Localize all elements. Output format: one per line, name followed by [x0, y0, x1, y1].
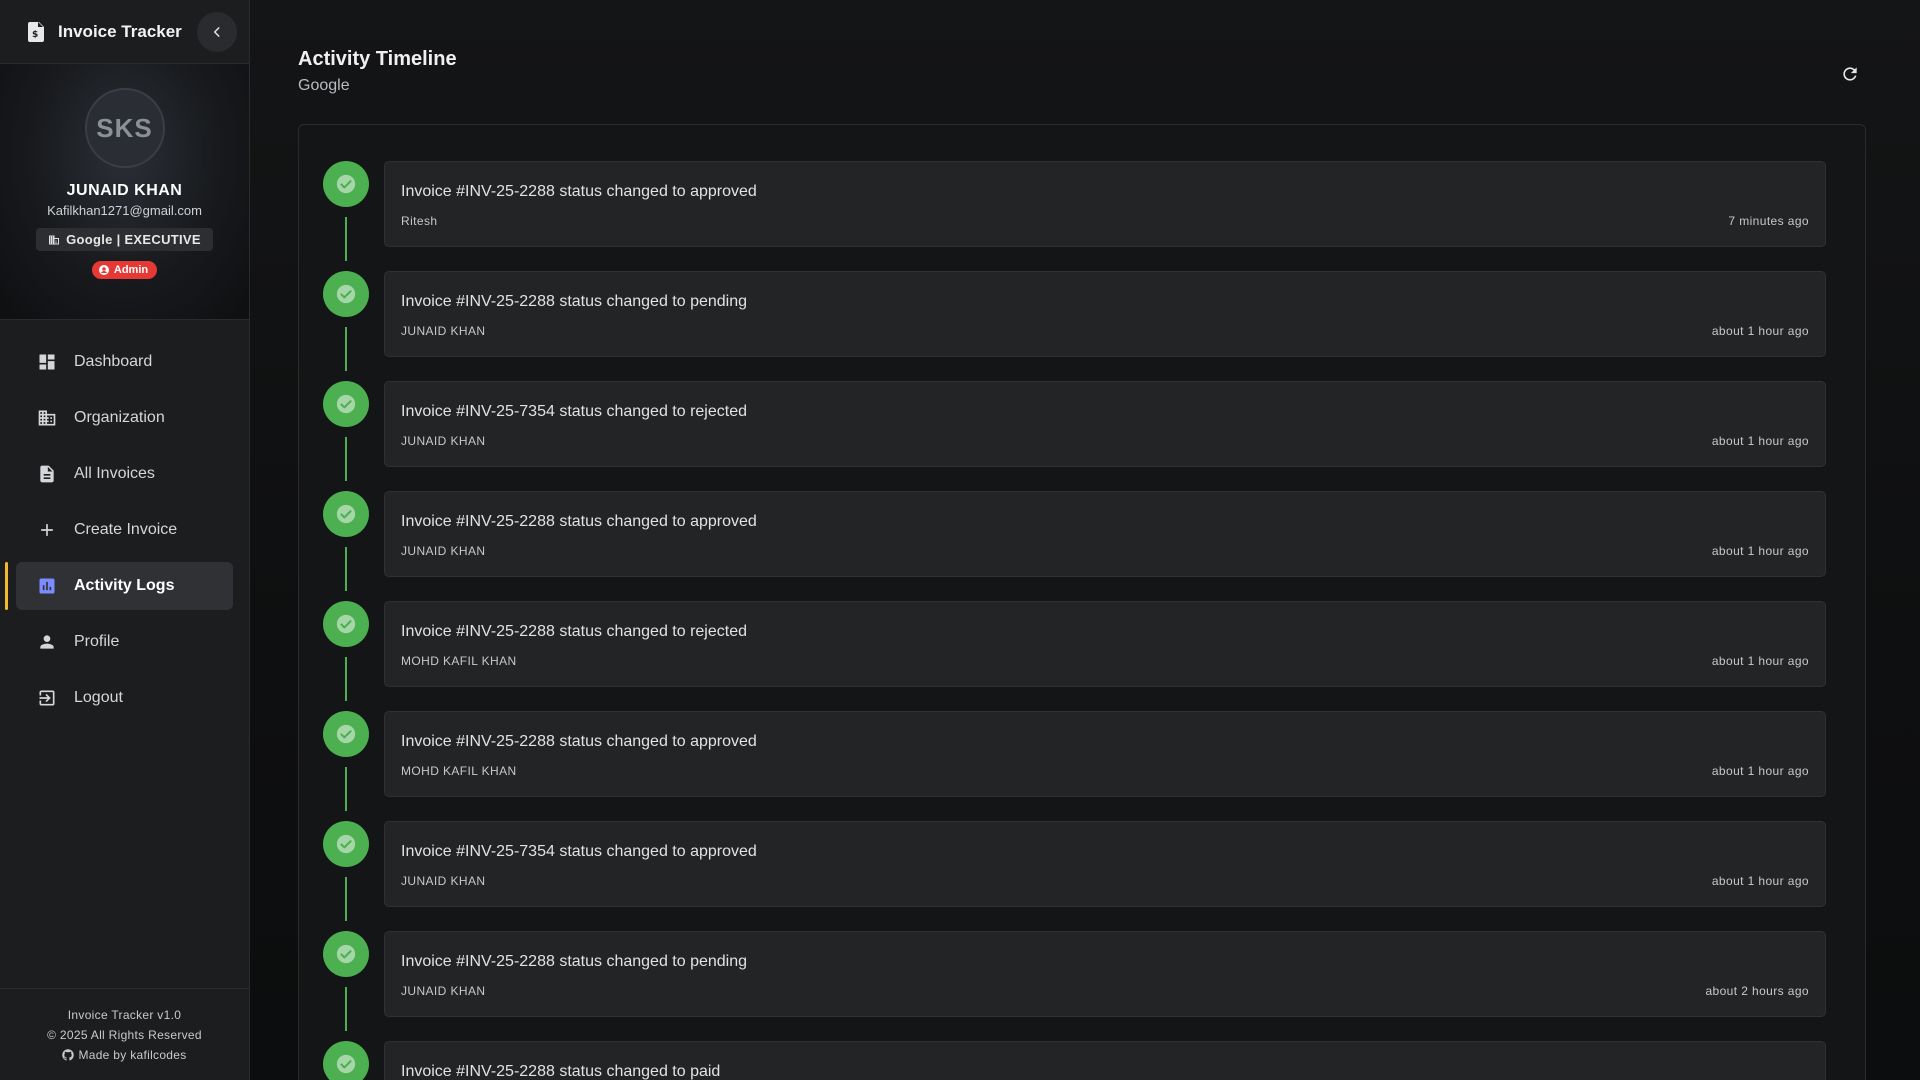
made-by-label: Made by kafilcodes — [78, 1047, 187, 1062]
refresh-button[interactable] — [1836, 60, 1864, 88]
activity-message: Invoice #INV-25-2288 status changed to p… — [401, 1063, 721, 1080]
sidebar-item-activity-logs[interactable]: Activity Logs — [5, 562, 233, 610]
copyright: © 2025 All Rights Reserved — [47, 1027, 202, 1042]
organization-icon — [36, 407, 58, 429]
timeline-item: Invoice #INV-25-2288 status changed to a… — [299, 675, 1865, 811]
timeline-item: Invoice #INV-25-7354 status changed to r… — [299, 345, 1865, 481]
timeline-item: Invoice #INV-25-7354 status changed to a… — [299, 785, 1865, 921]
activity-message: Invoice #INV-25-7354 status changed to a… — [401, 843, 757, 860]
timeline-item: Invoice #INV-25-2288 status changed to r… — [299, 565, 1865, 701]
activity-user: Ritesh — [401, 214, 438, 228]
document-icon — [36, 463, 58, 485]
sidebar-item-label: Create Invoice — [74, 521, 178, 538]
logout-icon — [36, 687, 58, 709]
page-subtitle: Google — [298, 77, 350, 94]
activity-message: Invoice #INV-25-2288 status changed to a… — [401, 513, 757, 530]
check-circle-icon — [323, 711, 369, 757]
main-content: Activity Timeline Google Invoice #INV-25… — [250, 0, 1920, 1080]
admin-badge-label: Admin — [113, 264, 149, 276]
activity-card[interactable]: Invoice #INV-25-2288 status changed to p… — [384, 1041, 1826, 1080]
sidebar-item-dashboard[interactable]: Dashboard — [16, 338, 233, 386]
check-circle-icon — [323, 161, 369, 207]
organization-role-label: Google | EXECUTIVE — [66, 232, 201, 247]
check-circle-icon — [323, 1041, 369, 1080]
invoice-logo-icon: $ — [24, 19, 50, 45]
activity-message: Invoice #INV-25-7354 status changed to r… — [401, 403, 747, 420]
app-title: Invoice Tracker — [58, 21, 182, 41]
activity-time: about 1 hour ago — [1711, 764, 1809, 778]
activity-message: Invoice #INV-25-2288 status changed to p… — [401, 293, 748, 310]
dashboard-icon — [36, 351, 58, 373]
check-circle-icon — [323, 821, 369, 867]
profile-card: SKS JUNAID KHAN Kafilkhan1271@gmail.com … — [0, 64, 249, 320]
sidebar-item-label: Organization — [74, 409, 165, 426]
person-icon — [36, 631, 58, 653]
sidebar-item-logout[interactable]: Logout — [16, 674, 233, 722]
plus-icon — [36, 519, 58, 541]
activity-user: JUNAID KHAN — [401, 324, 486, 338]
activity-time: about 1 hour ago — [1711, 654, 1809, 668]
activity-user: JUNAID KHAN — [401, 984, 486, 998]
chevron-left-icon — [213, 26, 220, 37]
timeline-item: Invoice #INV-25-2288 status changed to p… — [299, 895, 1865, 1031]
svg-text:$: $ — [32, 30, 38, 40]
user-email: Kafilkhan1271@gmail.com — [47, 203, 202, 218]
sidebar-item-label: Activity Logs — [74, 577, 175, 594]
refresh-icon — [1843, 67, 1857, 81]
activity-user: MOHD KAFIL KHAN — [401, 764, 517, 778]
activity-time: about 1 hour ago — [1711, 324, 1809, 338]
sidebar: $ Invoice Tracker SKS JUNAID KHAN Kafilk… — [0, 0, 250, 1080]
admin-shield-icon — [98, 265, 109, 275]
app-version: Invoice Tracker v1.0 — [67, 1007, 182, 1022]
sidebar-footer: Invoice Tracker v1.0 © 2025 All Rights R… — [0, 988, 249, 1080]
activity-timeline: Invoice #INV-25-2288 status changed to a… — [298, 124, 1866, 1080]
activity-user: JUNAID KHAN — [401, 874, 486, 888]
made-by-link[interactable]: Made by kafilcodes — [62, 1048, 186, 1062]
page-title: Activity Timeline — [298, 48, 457, 70]
activity-user: JUNAID KHAN — [401, 544, 486, 558]
admin-badge: Admin — [91, 261, 158, 279]
organization-chip: Google | EXECUTIVE — [36, 228, 213, 251]
check-circle-icon — [323, 271, 369, 317]
timeline-item: Invoice #INV-25-2288 status changed to p… — [299, 235, 1865, 371]
activity-message: Invoice #INV-25-2288 status changed to r… — [401, 623, 747, 640]
bar-chart-icon — [36, 575, 58, 597]
github-icon — [62, 1048, 75, 1061]
building-icon — [49, 235, 60, 244]
activity-user: JUNAID KHAN — [401, 434, 486, 448]
activity-time: about 1 hour ago — [1711, 874, 1809, 888]
sidebar-item-label: All Invoices — [74, 465, 155, 482]
activity-time: about 1 hour ago — [1711, 544, 1809, 558]
activity-time: about 1 hour ago — [1711, 434, 1809, 448]
sidebar-item-all-invoices[interactable]: All Invoices — [16, 450, 233, 498]
collapse-sidebar-button[interactable] — [197, 11, 237, 52]
sidebar-item-create-invoice[interactable]: Create Invoice — [16, 506, 233, 554]
check-circle-icon — [323, 601, 369, 647]
sidebar-item-label: Logout — [74, 689, 123, 706]
page-header: Activity Timeline Google — [298, 48, 457, 95]
timeline-item: Invoice #INV-25-2288 status changed to a… — [299, 125, 1865, 261]
check-circle-icon — [323, 491, 369, 537]
check-circle-icon — [323, 381, 369, 427]
sidebar-item-label: Dashboard — [74, 353, 153, 370]
activity-message: Invoice #INV-25-2288 status changed to a… — [401, 183, 757, 200]
activity-time: about 2 hours ago — [1705, 984, 1809, 998]
timeline-item: Invoice #INV-25-2288 status changed to p… — [299, 1005, 1865, 1080]
sidebar-item-label: Profile — [74, 633, 120, 650]
timeline-item: Invoice #INV-25-2288 status changed to a… — [299, 455, 1865, 591]
check-circle-icon — [323, 931, 369, 977]
sidebar-item-organization[interactable]: Organization — [16, 394, 233, 442]
sidebar-nav: Dashboard Organization All Invoices Crea… — [0, 320, 249, 748]
activity-time: 7 minutes ago — [1728, 214, 1809, 228]
sidebar-item-profile[interactable]: Profile — [16, 618, 233, 666]
user-name: JUNAID KHAN — [66, 182, 183, 199]
brand-header: $ Invoice Tracker — [0, 0, 249, 64]
avatar[interactable]: SKS — [84, 88, 165, 168]
activity-message: Invoice #INV-25-2288 status changed to a… — [401, 733, 757, 750]
activity-user: MOHD KAFIL KHAN — [401, 654, 517, 668]
activity-message: Invoice #INV-25-2288 status changed to p… — [401, 953, 748, 970]
